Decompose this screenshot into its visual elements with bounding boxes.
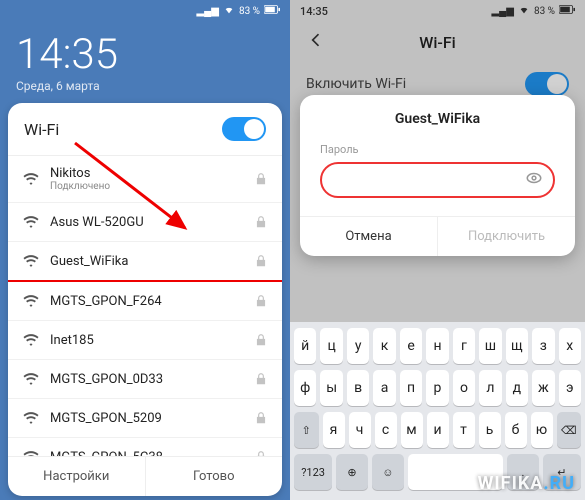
network-name: MGTS_GPON_5C38 <box>50 450 163 457</box>
phone-right-password-dialog: 14:35 ▂▄▆ 83 % Wi-Fi Включить Wi-Fi Gues… <box>290 0 585 500</box>
lock-date: Среда, 6 марта <box>0 79 290 103</box>
connect-button[interactable]: Подключить <box>438 217 575 256</box>
key[interactable]: и <box>427 412 449 448</box>
wifi-status-icon <box>223 5 235 18</box>
phone-left-wifi-list: ▂▄▆ 83 % 14:35 Среда, 6 марта Wi-Fi Niki… <box>0 0 290 500</box>
network-name: MGTS_GPON_5209 <box>50 411 162 426</box>
password-field-wrapper <box>320 162 555 198</box>
wifi-card: Wi-Fi NikitosПодключено Asus WL-520GU Gues… <box>8 103 282 496</box>
network-item-0[interactable]: NikitosПодключено <box>8 156 282 203</box>
signal-icon: ▂▄▆ <box>196 6 218 17</box>
done-button[interactable]: Готово <box>146 456 283 496</box>
network-item-2[interactable]: Guest_WiFika <box>8 242 282 282</box>
network-item-3[interactable]: MGTS_GPON_F264 <box>8 282 282 321</box>
key[interactable]: з <box>532 328 554 364</box>
key[interactable]: ☺ <box>372 454 404 490</box>
network-name: Asus WL-520GU <box>50 215 144 230</box>
key[interactable]: ж <box>532 370 554 406</box>
key[interactable]: н <box>426 328 448 364</box>
key[interactable]: щ <box>506 328 528 364</box>
key[interactable]: ⇧ <box>294 412 319 448</box>
network-name: Guest_WiFika <box>50 254 128 269</box>
network-item-7[interactable]: MGTS_GPON_5C38 <box>8 438 282 456</box>
watermark: WIFIKA.RU <box>478 473 575 494</box>
network-item-6[interactable]: MGTS_GPON_5209 <box>8 399 282 438</box>
key[interactable]: ф <box>294 370 316 406</box>
key[interactable]: ⌫ <box>557 412 582 448</box>
network-item-4[interactable]: Inet185 <box>8 321 282 360</box>
key[interactable]: ы <box>320 370 342 406</box>
status-bar-left: ▂▄▆ 83 % <box>0 0 290 22</box>
battery-label: 83 % <box>239 6 260 17</box>
wifi-card-footer: Настройки Готово <box>8 456 282 496</box>
key[interactable]: э <box>559 370 581 406</box>
key[interactable]: ⊕ <box>336 454 368 490</box>
key[interactable]: ?123 <box>294 454 332 490</box>
network-name: Nikitos <box>50 166 110 181</box>
key[interactable]: й <box>294 328 316 364</box>
password-modal: Guest_WiFika Пароль Отмена Подключить <box>300 95 575 256</box>
key[interactable]: р <box>426 370 448 406</box>
key[interactable]: с <box>375 412 397 448</box>
wifi-toggle[interactable] <box>222 117 266 141</box>
key[interactable]: у <box>347 328 369 364</box>
network-item-1[interactable]: Asus WL-520GU <box>8 203 282 242</box>
wifi-card-header: Wi-Fi <box>8 103 282 156</box>
key[interactable]: м <box>401 412 423 448</box>
network-name: MGTS_GPON_0D33 <box>50 372 163 387</box>
key[interactable]: я <box>323 412 345 448</box>
cancel-button[interactable]: Отмена <box>300 217 438 256</box>
key[interactable]: а <box>373 370 395 406</box>
modal-network-name: Guest_WiFika <box>300 95 575 135</box>
password-label: Пароль <box>320 143 555 156</box>
password-input[interactable] <box>332 173 525 188</box>
key[interactable]: о <box>453 370 475 406</box>
eye-icon[interactable] <box>525 169 543 191</box>
wifi-title: Wi-Fi <box>24 120 59 139</box>
key[interactable]: п <box>400 370 422 406</box>
key[interactable]: т <box>453 412 475 448</box>
key[interactable]: ц <box>320 328 342 364</box>
key[interactable]: б <box>505 412 527 448</box>
key[interactable]: ь <box>479 412 501 448</box>
battery-icon <box>264 5 280 17</box>
key[interactable]: е <box>400 328 422 364</box>
key[interactable]: в <box>347 370 369 406</box>
key[interactable]: ш <box>479 328 501 364</box>
network-list: NikitosПодключено Asus WL-520GU Guest_WiFi… <box>8 156 282 456</box>
modal-footer: Отмена Подключить <box>300 216 575 256</box>
network-item-5[interactable]: MGTS_GPON_0D33 <box>8 360 282 399</box>
key[interactable]: л <box>479 370 501 406</box>
key[interactable]: г <box>453 328 475 364</box>
network-name: Inet185 <box>50 333 94 348</box>
network-name: MGTS_GPON_F264 <box>50 294 162 309</box>
key[interactable]: х <box>559 328 581 364</box>
key[interactable]: д <box>506 370 528 406</box>
network-status: Подключено <box>50 181 110 192</box>
settings-button[interactable]: Настройки <box>8 456 146 496</box>
key[interactable]: к <box>373 328 395 364</box>
key[interactable]: ю <box>531 412 553 448</box>
lock-clock: 14:35 <box>0 22 290 79</box>
key[interactable]: ч <box>349 412 371 448</box>
